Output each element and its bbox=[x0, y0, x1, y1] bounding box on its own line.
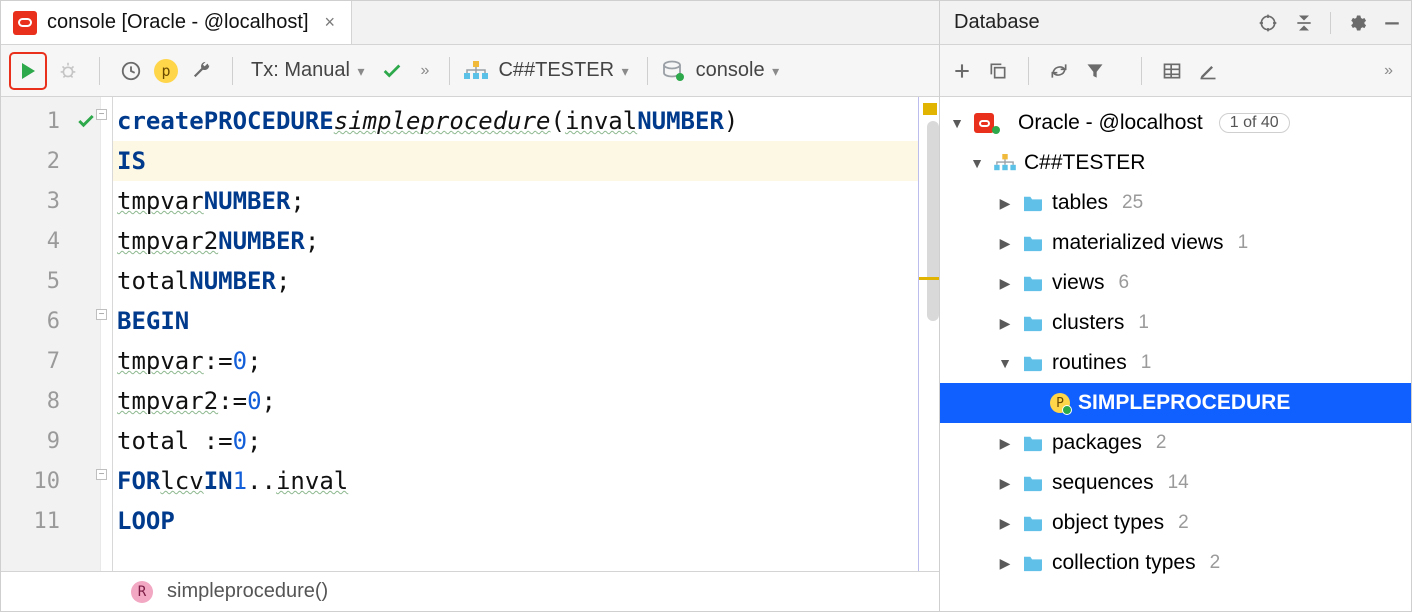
folder-count: 2 bbox=[1178, 512, 1189, 534]
edit-button[interactable] bbox=[1198, 61, 1218, 81]
collapse-icon[interactable] bbox=[1294, 13, 1314, 33]
fold-handle[interactable]: − bbox=[96, 469, 107, 480]
status-context: simpleprocedure() bbox=[167, 580, 328, 603]
schema-dropdown[interactable]: C##TESTER ▾ bbox=[494, 59, 632, 82]
datasource-icon bbox=[662, 60, 686, 82]
inspection-marker[interactable] bbox=[923, 103, 937, 115]
table-view-button[interactable] bbox=[1162, 61, 1182, 81]
tree-folder[interactable]: ▶object types2 bbox=[940, 503, 1411, 543]
folder-icon bbox=[1022, 354, 1044, 372]
folder-label: views bbox=[1052, 271, 1105, 295]
fold-handle[interactable]: − bbox=[96, 109, 107, 120]
error-stripe[interactable] bbox=[919, 97, 939, 571]
folder-icon bbox=[1022, 274, 1044, 292]
folder-label: clusters bbox=[1052, 311, 1124, 335]
editor-statusbar: R simpleprocedure() bbox=[1, 571, 939, 611]
folder-label: sequences bbox=[1052, 471, 1154, 495]
oracle-icon bbox=[974, 113, 994, 133]
add-button[interactable] bbox=[952, 61, 972, 81]
folder-label: materialized views bbox=[1052, 231, 1224, 255]
tree-folder[interactable]: ▶materialized views1 bbox=[940, 223, 1411, 263]
editor-tabbar: console [Oracle - @localhost] × bbox=[1, 1, 939, 45]
run-button[interactable] bbox=[11, 54, 45, 88]
tree-folder[interactable]: ▶collection types2 bbox=[940, 543, 1411, 583]
tree-folder[interactable]: ▶views6 bbox=[940, 263, 1411, 303]
gear-icon[interactable] bbox=[1347, 13, 1367, 33]
toolbar-more-1[interactable]: » bbox=[415, 62, 436, 80]
tree-folder[interactable]: ▶packages2 bbox=[940, 423, 1411, 463]
fold-gutter[interactable]: − − − bbox=[101, 97, 113, 571]
schema-icon bbox=[994, 154, 1016, 172]
tree-folder[interactable]: ▶tables25 bbox=[940, 183, 1411, 223]
scrollbar-thumb[interactable] bbox=[927, 121, 939, 321]
refresh-button[interactable] bbox=[1049, 61, 1069, 81]
routine-icon: R bbox=[131, 581, 153, 603]
folder-count: 1 bbox=[1141, 352, 1152, 374]
commit-button[interactable] bbox=[375, 54, 409, 88]
copy-button[interactable] bbox=[988, 61, 1008, 81]
tx-mode-dropdown[interactable]: Tx: Manual ▾ bbox=[247, 59, 369, 82]
folder-icon bbox=[1022, 314, 1044, 332]
database-panel-header: Database bbox=[940, 1, 1411, 45]
line-gutter: 1234567891011 bbox=[1, 97, 101, 571]
folder-label: collection types bbox=[1052, 551, 1196, 575]
folder-icon bbox=[1022, 234, 1044, 252]
folder-count: 2 bbox=[1156, 432, 1167, 454]
folder-icon bbox=[1022, 554, 1044, 572]
target-icon[interactable] bbox=[1258, 13, 1278, 33]
close-tab-icon[interactable]: × bbox=[325, 12, 336, 33]
debug-button[interactable] bbox=[51, 54, 85, 88]
tree-folder-routines[interactable]: ▼ routines 1 bbox=[940, 343, 1411, 383]
folder-label: routines bbox=[1052, 351, 1127, 375]
database-panel-title: Database bbox=[954, 11, 1258, 34]
warn-marker[interactable] bbox=[919, 277, 939, 280]
minimize-icon[interactable] bbox=[1383, 14, 1401, 32]
folder-label: packages bbox=[1052, 431, 1142, 455]
schema-label: C##TESTER bbox=[1024, 151, 1145, 175]
folder-count: 1 bbox=[1238, 232, 1249, 254]
routine-label: SIMPLEPROCEDURE bbox=[1078, 391, 1290, 415]
schema-icon bbox=[464, 61, 488, 81]
folder-count: 25 bbox=[1122, 192, 1143, 214]
tab-title: console [Oracle - @localhost] bbox=[47, 11, 309, 34]
folder-icon bbox=[1022, 194, 1044, 212]
procedure-badge-icon[interactable]: p bbox=[154, 59, 178, 83]
tree-schema[interactable]: ▼ C##TESTER bbox=[940, 143, 1411, 183]
tree-item-simpleprocedure[interactable]: P SIMPLEPROCEDURE bbox=[940, 383, 1411, 423]
tree-folder[interactable]: ▶sequences14 bbox=[940, 463, 1411, 503]
db-toolbar-more[interactable]: » bbox=[1378, 62, 1399, 80]
editor-toolbar: p Tx: Manual ▾ » C##TESTER ▾ console ▾ bbox=[1, 45, 939, 97]
database-toolbar: » bbox=[940, 45, 1411, 97]
procedure-icon: P bbox=[1050, 393, 1070, 413]
code-editor[interactable]: 1234567891011 − − − create PROCEDURE sim… bbox=[1, 97, 939, 571]
folder-icon bbox=[1022, 434, 1044, 452]
folder-count: 2 bbox=[1210, 552, 1221, 574]
history-button[interactable] bbox=[114, 54, 148, 88]
folder-label: object types bbox=[1052, 511, 1164, 535]
database-tree[interactable]: ▼ Oracle - @localhost 1 of 40 ▼ C##TESTE… bbox=[940, 97, 1411, 611]
connection-count-pill: 1 of 40 bbox=[1219, 113, 1290, 133]
filter-button[interactable] bbox=[1085, 61, 1105, 81]
session-dropdown[interactable]: console ▾ bbox=[692, 59, 784, 82]
folder-count: 1 bbox=[1138, 312, 1149, 334]
oracle-icon bbox=[13, 11, 37, 35]
wrench-button[interactable] bbox=[184, 54, 218, 88]
folder-icon bbox=[1022, 514, 1044, 532]
tree-connection[interactable]: ▼ Oracle - @localhost 1 of 40 bbox=[940, 103, 1411, 143]
folder-count: 6 bbox=[1119, 272, 1130, 294]
code-area[interactable]: create PROCEDURE simpleprocedure (inval … bbox=[113, 97, 919, 571]
folder-icon bbox=[1022, 474, 1044, 492]
tab-console[interactable]: console [Oracle - @localhost] × bbox=[1, 1, 352, 44]
tree-folder[interactable]: ▶clusters1 bbox=[940, 303, 1411, 343]
folder-label: tables bbox=[1052, 191, 1108, 215]
fold-handle[interactable]: − bbox=[96, 309, 107, 320]
connection-label: Oracle - @localhost bbox=[1018, 111, 1203, 135]
folder-count: 14 bbox=[1168, 472, 1189, 494]
